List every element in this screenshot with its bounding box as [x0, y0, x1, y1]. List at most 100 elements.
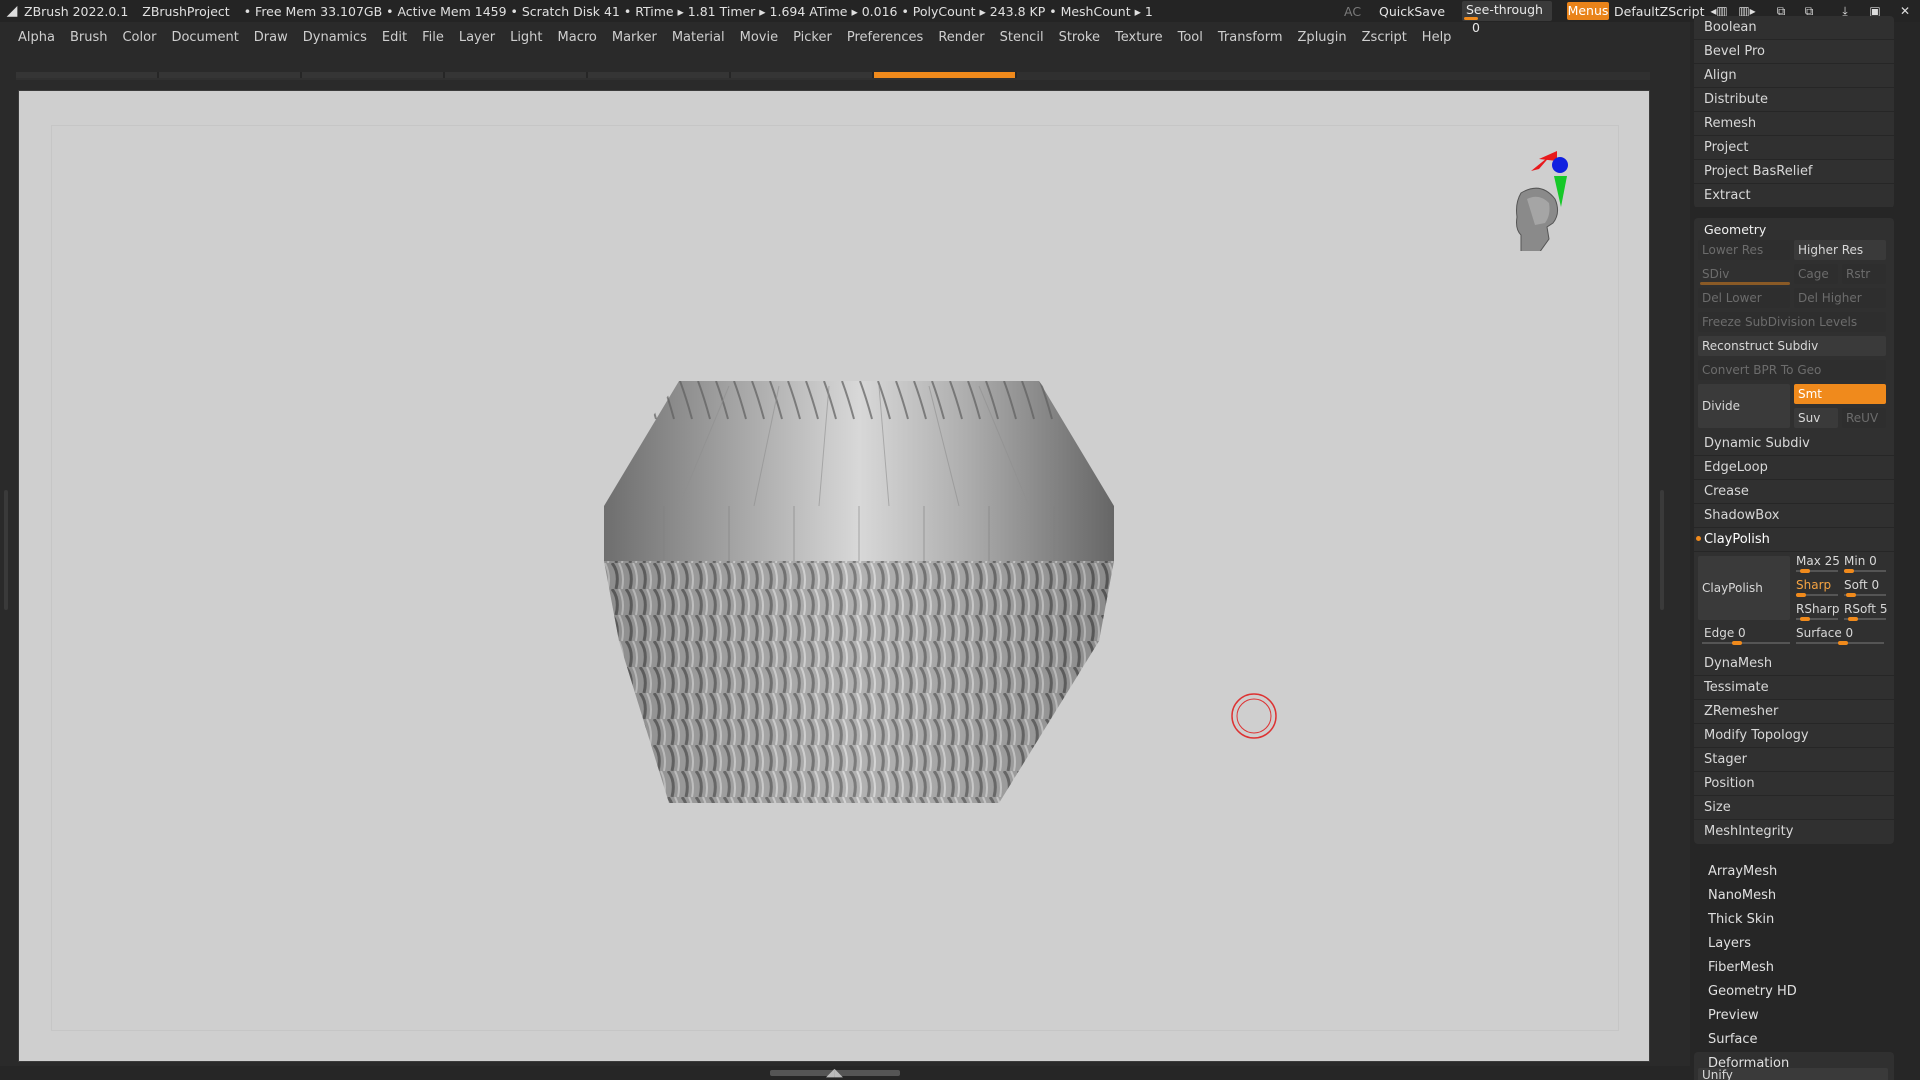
preview-subpalette[interactable]: Preview — [1694, 1004, 1894, 1028]
menu-movie[interactable]: Movie — [740, 30, 778, 45]
menu-macro[interactable]: Macro — [558, 30, 597, 45]
claypolish-subpalette[interactable]: ClayPolish — [1694, 528, 1894, 552]
claypolish-edge-slider[interactable]: Edge 0 — [1704, 626, 1746, 640]
higher-res-button[interactable]: Higher Res — [1794, 240, 1886, 260]
zremesher-subpalette[interactable]: ZRemesher — [1694, 700, 1894, 724]
remesh-subpalette[interactable]: Remesh — [1694, 112, 1894, 136]
project-subpalette[interactable]: Project — [1694, 136, 1894, 160]
rsoft-slider-knob[interactable] — [1848, 617, 1858, 621]
bevel-pro-subpalette[interactable]: Bevel Pro — [1694, 40, 1894, 64]
surface-slider-knob[interactable] — [1838, 641, 1848, 645]
menu-brush[interactable]: Brush — [70, 30, 108, 45]
menu-preferences[interactable]: Preferences — [847, 30, 923, 45]
menu-material[interactable]: Material — [672, 30, 725, 45]
menu-stencil[interactable]: Stencil — [1000, 30, 1044, 45]
menu-transform[interactable]: Transform — [1218, 30, 1283, 45]
geometry-title[interactable]: Geometry — [1704, 222, 1766, 237]
freeze-subdivision-levels-button[interactable]: Freeze SubDivision Levels — [1698, 312, 1886, 332]
bottom-expand-icon[interactable]: ◢◣ — [826, 1066, 843, 1079]
vase-mesh-model[interactable] — [569, 381, 1149, 821]
shadowbox-subpalette[interactable]: ShadowBox — [1694, 504, 1894, 528]
menu-light[interactable]: Light — [510, 30, 542, 45]
del-higher-button[interactable]: Del Higher — [1794, 288, 1886, 308]
stager-subpalette[interactable]: Stager — [1694, 748, 1894, 772]
reconstruct-subdiv-button[interactable]: Reconstruct Subdiv — [1698, 336, 1886, 356]
max-slider-knob[interactable] — [1800, 569, 1810, 573]
divide-button[interactable]: Divide — [1698, 384, 1790, 428]
convert-bpr-to-geo-button[interactable]: Convert BPR To Geo — [1698, 360, 1886, 380]
geometry-hd-subpalette[interactable]: Geometry HD — [1694, 980, 1894, 1004]
min-slider-knob[interactable] — [1844, 569, 1854, 573]
surface-subpalette[interactable]: Surface — [1694, 1028, 1894, 1052]
claypolish-button[interactable]: ClayPolish — [1698, 556, 1790, 620]
claypolish-soft-slider[interactable]: Soft 0 — [1844, 578, 1879, 592]
claypolish-rsharp-slider[interactable]: RSharp — [1796, 602, 1839, 616]
menu-render[interactable]: Render — [938, 30, 984, 45]
viewport-canvas[interactable] — [18, 90, 1650, 1062]
menu-dynamics[interactable]: Dynamics — [303, 30, 367, 45]
sdiv-slider[interactable]: SDiv — [1698, 264, 1790, 284]
menu-layer[interactable]: Layer — [459, 30, 495, 45]
menu-tool[interactable]: Tool — [1178, 30, 1203, 45]
align-subpalette[interactable]: Align — [1694, 64, 1894, 88]
modify-topology-subpalette[interactable]: Modify Topology — [1694, 724, 1894, 748]
doc-tab[interactable] — [16, 72, 159, 78]
menu-color[interactable]: Color — [122, 30, 156, 45]
quicksave-button[interactable]: QuickSave — [1379, 0, 1445, 22]
menu-file[interactable]: File — [422, 30, 444, 45]
menu-zscript[interactable]: Zscript — [1362, 30, 1407, 45]
lower-res-button[interactable]: Lower Res — [1698, 240, 1790, 260]
dynamic-subdiv-subpalette[interactable]: Dynamic Subdiv — [1694, 432, 1894, 456]
doc-tab[interactable] — [445, 72, 588, 78]
arraymesh-subpalette[interactable]: ArrayMesh — [1694, 860, 1894, 884]
boolean-subpalette[interactable]: Boolean — [1694, 16, 1894, 40]
menu-marker[interactable]: Marker — [612, 30, 657, 45]
sharp-slider-knob[interactable] — [1796, 593, 1806, 597]
unify-button[interactable]: Unify — [1698, 1068, 1888, 1080]
menus-toggle-button[interactable]: Menus — [1567, 2, 1609, 20]
edge-slider-knob[interactable] — [1732, 641, 1742, 645]
doc-tab-active[interactable] — [874, 72, 1017, 78]
rsharp-slider-knob[interactable] — [1800, 617, 1810, 621]
position-subpalette[interactable]: Position — [1694, 772, 1894, 796]
claypolish-max-slider[interactable]: Max 25 — [1796, 554, 1840, 568]
menu-alpha[interactable]: Alpha — [18, 30, 55, 45]
edgeloop-subpalette[interactable]: EdgeLoop — [1694, 456, 1894, 480]
meshintegrity-subpalette[interactable]: MeshIntegrity — [1694, 820, 1894, 844]
menu-document[interactable]: Document — [171, 30, 238, 45]
rstr-button[interactable]: Rstr — [1842, 264, 1886, 284]
menu-help[interactable]: Help — [1422, 30, 1452, 45]
del-lower-button[interactable]: Del Lower — [1698, 288, 1790, 308]
menu-stroke[interactable]: Stroke — [1059, 30, 1100, 45]
menu-draw[interactable]: Draw — [254, 30, 288, 45]
thick-skin-subpalette[interactable]: Thick Skin — [1694, 908, 1894, 932]
cage-button[interactable]: Cage — [1794, 264, 1838, 284]
nanomesh-subpalette[interactable]: NanoMesh — [1694, 884, 1894, 908]
see-through-slider[interactable]: See-through 0 — [1462, 1, 1552, 35]
soft-slider-knob[interactable] — [1846, 593, 1856, 597]
claypolish-sharp-toggle[interactable]: Sharp — [1796, 578, 1831, 592]
left-tray-handle[interactable] — [4, 490, 8, 610]
claypolish-surface-slider[interactable]: Surface 0 — [1796, 626, 1853, 640]
doc-tab[interactable] — [159, 72, 302, 78]
smt-toggle[interactable]: Smt — [1794, 384, 1886, 404]
menu-texture[interactable]: Texture — [1115, 30, 1163, 45]
extract-subpalette[interactable]: Extract — [1694, 184, 1894, 208]
default-zscript-button[interactable]: DefaultZScript — [1614, 0, 1705, 22]
dynamesh-subpalette[interactable]: DynaMesh — [1694, 652, 1894, 676]
project-basrelief-subpalette[interactable]: Project BasRelief — [1694, 160, 1894, 184]
doc-tab[interactable] — [731, 72, 874, 78]
doc-tab[interactable] — [302, 72, 445, 78]
menu-zplugin[interactable]: Zplugin — [1298, 30, 1347, 45]
claypolish-min-slider[interactable]: Min 0 — [1844, 554, 1877, 568]
size-subpalette[interactable]: Size — [1694, 796, 1894, 820]
menu-edit[interactable]: Edit — [382, 30, 407, 45]
close-icon[interactable]: ✕ — [1894, 3, 1916, 19]
fibermesh-subpalette[interactable]: FiberMesh — [1694, 956, 1894, 980]
reuv-toggle[interactable]: ReUV — [1842, 408, 1886, 428]
crease-subpalette[interactable]: Crease — [1694, 480, 1894, 504]
distribute-subpalette[interactable]: Distribute — [1694, 88, 1894, 112]
right-tray-handle[interactable] — [1660, 490, 1664, 610]
navigation-head-gizmo-icon[interactable] — [1509, 121, 1599, 251]
ac-label[interactable]: AC — [1344, 0, 1361, 22]
